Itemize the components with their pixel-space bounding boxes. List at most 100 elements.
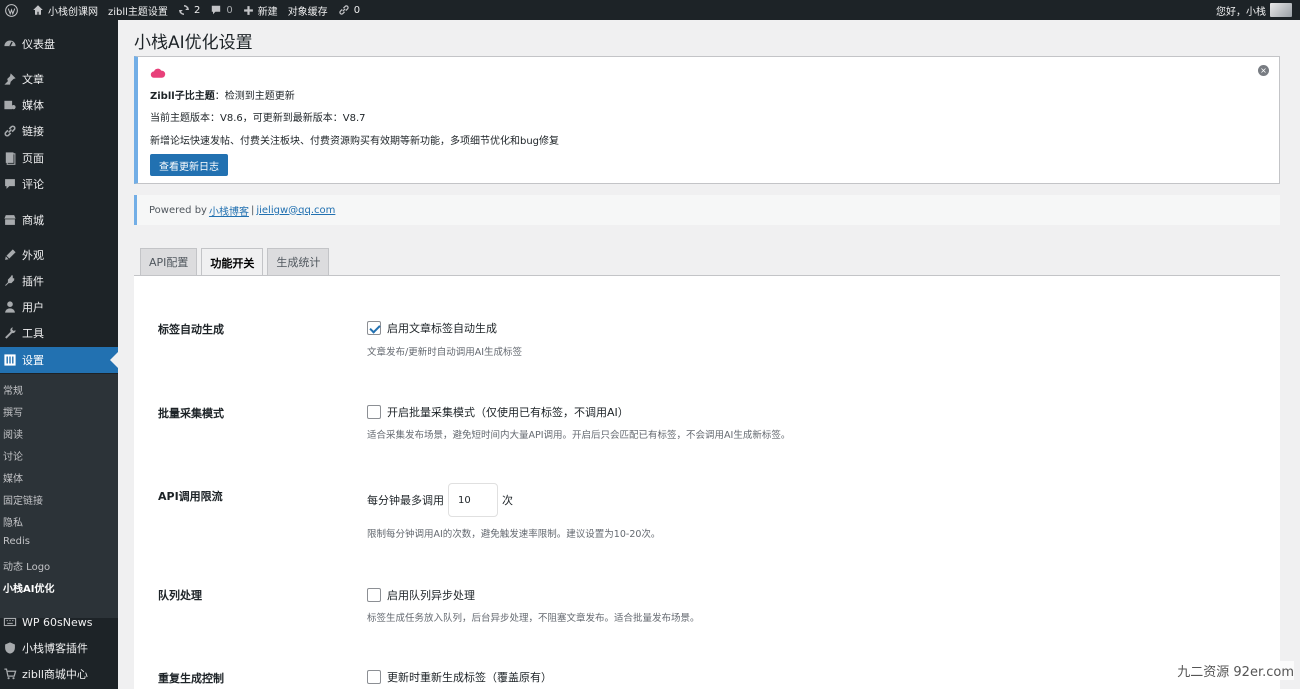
greeting: 您好，小栈 [1216, 6, 1266, 18]
rate-limit-desc: 限制每分钟调用AI的次数，避免触发速率限制。建议设置为10-20次。 [367, 529, 661, 540]
sidebar-item-label: 评论 [22, 178, 44, 191]
tag-auto-checkbox-label[interactable]: 启用文章标签自动生成 [387, 320, 497, 336]
comments-link[interactable]: 0 [205, 0, 237, 20]
submenu-privacy[interactable]: 隐私 [3, 514, 23, 529]
cart-icon [2, 666, 18, 682]
sidebar-item-dashboard[interactable]: 仪表盘 [0, 31, 118, 57]
site-name-link[interactable]: 小栈创课网 [27, 0, 103, 20]
sidebar-item-60snews[interactable]: WP 60sNews [0, 609, 118, 635]
sidebar-item-media[interactable]: 媒体 [0, 92, 118, 118]
appearance-icon [2, 247, 18, 263]
powered-separator: | [250, 204, 255, 216]
new-content-link[interactable]: 新建 [238, 0, 283, 20]
user-icon [2, 299, 18, 315]
sidebar-item-label: 小栈博客插件 [22, 642, 88, 655]
regen-checkbox[interactable] [367, 670, 381, 684]
store-icon [2, 212, 18, 228]
notice-title: Zibll子比主题：检测到主题更新 [150, 87, 295, 102]
regen-field: 更新时重新生成标签（覆盖原有） [367, 669, 552, 685]
updates-link[interactable]: 2 [173, 0, 205, 20]
theme-settings-link[interactable]: zibll主题设置 [103, 0, 173, 20]
submenu-reading[interactable]: 阅读 [3, 426, 23, 441]
sidebar-item-posts[interactable]: 文章 [0, 66, 118, 92]
site-name: 小栈创课网 [48, 6, 98, 18]
theme-settings-label: zibll主题设置 [108, 6, 168, 18]
sidebar-item-users[interactable]: 用户 [0, 294, 118, 320]
tab-generation-stats[interactable]: 生成统计 [267, 248, 330, 275]
tag-auto-desc: 文章发布/更新时自动调用AI生成标签 [367, 347, 523, 358]
links-count: 0 [353, 4, 361, 16]
links-link[interactable]: 0 [333, 0, 365, 20]
queue-checkbox[interactable] [367, 588, 381, 602]
cloud-icon [150, 67, 166, 82]
account-menu[interactable]: 您好，小栈 [1216, 0, 1292, 20]
home-icon [33, 5, 43, 15]
sidebar-item-settings[interactable]: 设置 [0, 347, 118, 373]
blog-link[interactable]: 小栈博客 [209, 203, 249, 218]
submenu-general[interactable]: 常规 [3, 382, 23, 397]
tab-feature-switches[interactable]: 功能开关 [201, 248, 264, 276]
sidebar-item-links[interactable]: 链接 [0, 118, 118, 144]
tag-auto-checkbox[interactable] [367, 321, 381, 335]
notice-desc-line: 新增论坛快速发帖、付费关注板块、付费资源购买有效期等新功能，多项细节优化和bug… [150, 136, 560, 147]
sidebar-item-label: 外观 [22, 249, 44, 262]
sidebar-item-label: zibll商城中心 [22, 668, 88, 681]
page-icon [2, 150, 18, 166]
rate-limit-prefix: 每分钟最多调用 [367, 494, 444, 507]
admin-sidebar: 仪表盘 文章 媒体 链接 页面 评论 商城 外观 插件 用户 工具 设置 常规 … [0, 20, 118, 689]
rate-limit-input[interactable]: 10 [448, 483, 498, 517]
dismiss-icon[interactable]: × [1258, 65, 1269, 76]
sidebar-item-zibll-store[interactable]: zibll商城中心 [0, 661, 118, 687]
watermark: 九二资源 92er.com [1177, 661, 1294, 680]
submenu-dynamic-logo[interactable]: 动态 Logo [3, 558, 50, 573]
sidebar-item-label: WP 60sNews [22, 615, 93, 629]
sidebar-item-plugins[interactable]: 插件 [0, 268, 118, 294]
keyboard-icon [2, 614, 18, 630]
queue-field: 启用队列异步处理 [367, 587, 475, 603]
sidebar-item-label: 用户 [22, 301, 44, 314]
object-cache-link[interactable]: 对象缓存 [283, 0, 333, 20]
queue-label: 队列处理 [158, 589, 202, 602]
tab-api-config[interactable]: API配置 [140, 248, 198, 275]
powered-by-bar: Powered by 小栈博客 | jieligw@qq.com [134, 195, 1280, 225]
plugin-icon [2, 273, 18, 289]
sidebar-item-appearance[interactable]: 外观 [0, 242, 118, 268]
wordpress-logo[interactable] [0, 0, 27, 20]
batch-mode-checkbox[interactable] [367, 405, 381, 419]
sidebar-item-comments[interactable]: 评论 [0, 171, 118, 197]
sidebar-item-label: 插件 [22, 275, 44, 288]
rate-limit-suffix: 次 [502, 494, 513, 507]
settings-submenu: 常规 撰写 阅读 讨论 媒体 固定链接 隐私 Redis 动态 Logo 小栈A… [0, 374, 118, 618]
batch-mode-label: 批量采集模式 [158, 407, 224, 420]
sidebar-item-blog-plugin[interactable]: 小栈博客插件 [0, 635, 118, 661]
submenu-ai-optimize[interactable]: 小栈AI优化 [3, 580, 54, 595]
pin-icon [2, 71, 18, 87]
sidebar-item-pages[interactable]: 页面 [0, 145, 118, 171]
dashboard-icon [2, 36, 18, 52]
submenu-discussion[interactable]: 讨论 [3, 448, 23, 463]
sidebar-item-label: 工具 [22, 327, 44, 340]
shield-icon [2, 640, 18, 656]
avatar [1270, 3, 1292, 17]
notice-title-rest: ：检测到主题更新 [214, 91, 295, 102]
submenu-media[interactable]: 媒体 [3, 470, 23, 485]
sidebar-item-tools[interactable]: 工具 [0, 320, 118, 346]
object-cache-label: 对象缓存 [287, 6, 328, 18]
admin-bar: 小栈创课网 zibll主题设置 2 0 新建 对象缓存 0 您好，小栈 [0, 0, 1300, 20]
submenu-permalinks[interactable]: 固定链接 [3, 492, 43, 507]
batch-mode-desc: 适合采集发布场景，避免短时间内大量API调用。开启后只会匹配已有标签，不会调用A… [367, 430, 791, 441]
submenu-writing[interactable]: 撰写 [3, 404, 23, 419]
page-title: 小栈AI优化设置 [134, 33, 253, 53]
regen-checkbox-label[interactable]: 更新时重新生成标签（覆盖原有） [387, 669, 552, 685]
update-notice: Zibll子比主题：检测到主题更新 当前主题版本：V8.6，可更新到最新版本：V… [134, 56, 1280, 184]
new-label: 新建 [257, 6, 278, 18]
main-content: 小栈AI优化设置 Zibll子比主题：检测到主题更新 当前主题版本：V8.6，可… [118, 20, 1300, 689]
notice-title-bold: Zibll子比主题 [150, 91, 215, 102]
submenu-redis[interactable]: Redis [3, 536, 30, 547]
queue-checkbox-label[interactable]: 启用队列异步处理 [387, 587, 475, 603]
email-link[interactable]: jieligw@qq.com [256, 205, 335, 216]
rate-limit-label: API调用限流 [158, 490, 223, 503]
batch-mode-checkbox-label[interactable]: 开启批量采集模式（仅使用已有标签，不调用AI） [387, 404, 629, 420]
view-changelog-button[interactable]: 查看更新日志 [150, 154, 228, 176]
sidebar-item-store[interactable]: 商城 [0, 207, 118, 233]
